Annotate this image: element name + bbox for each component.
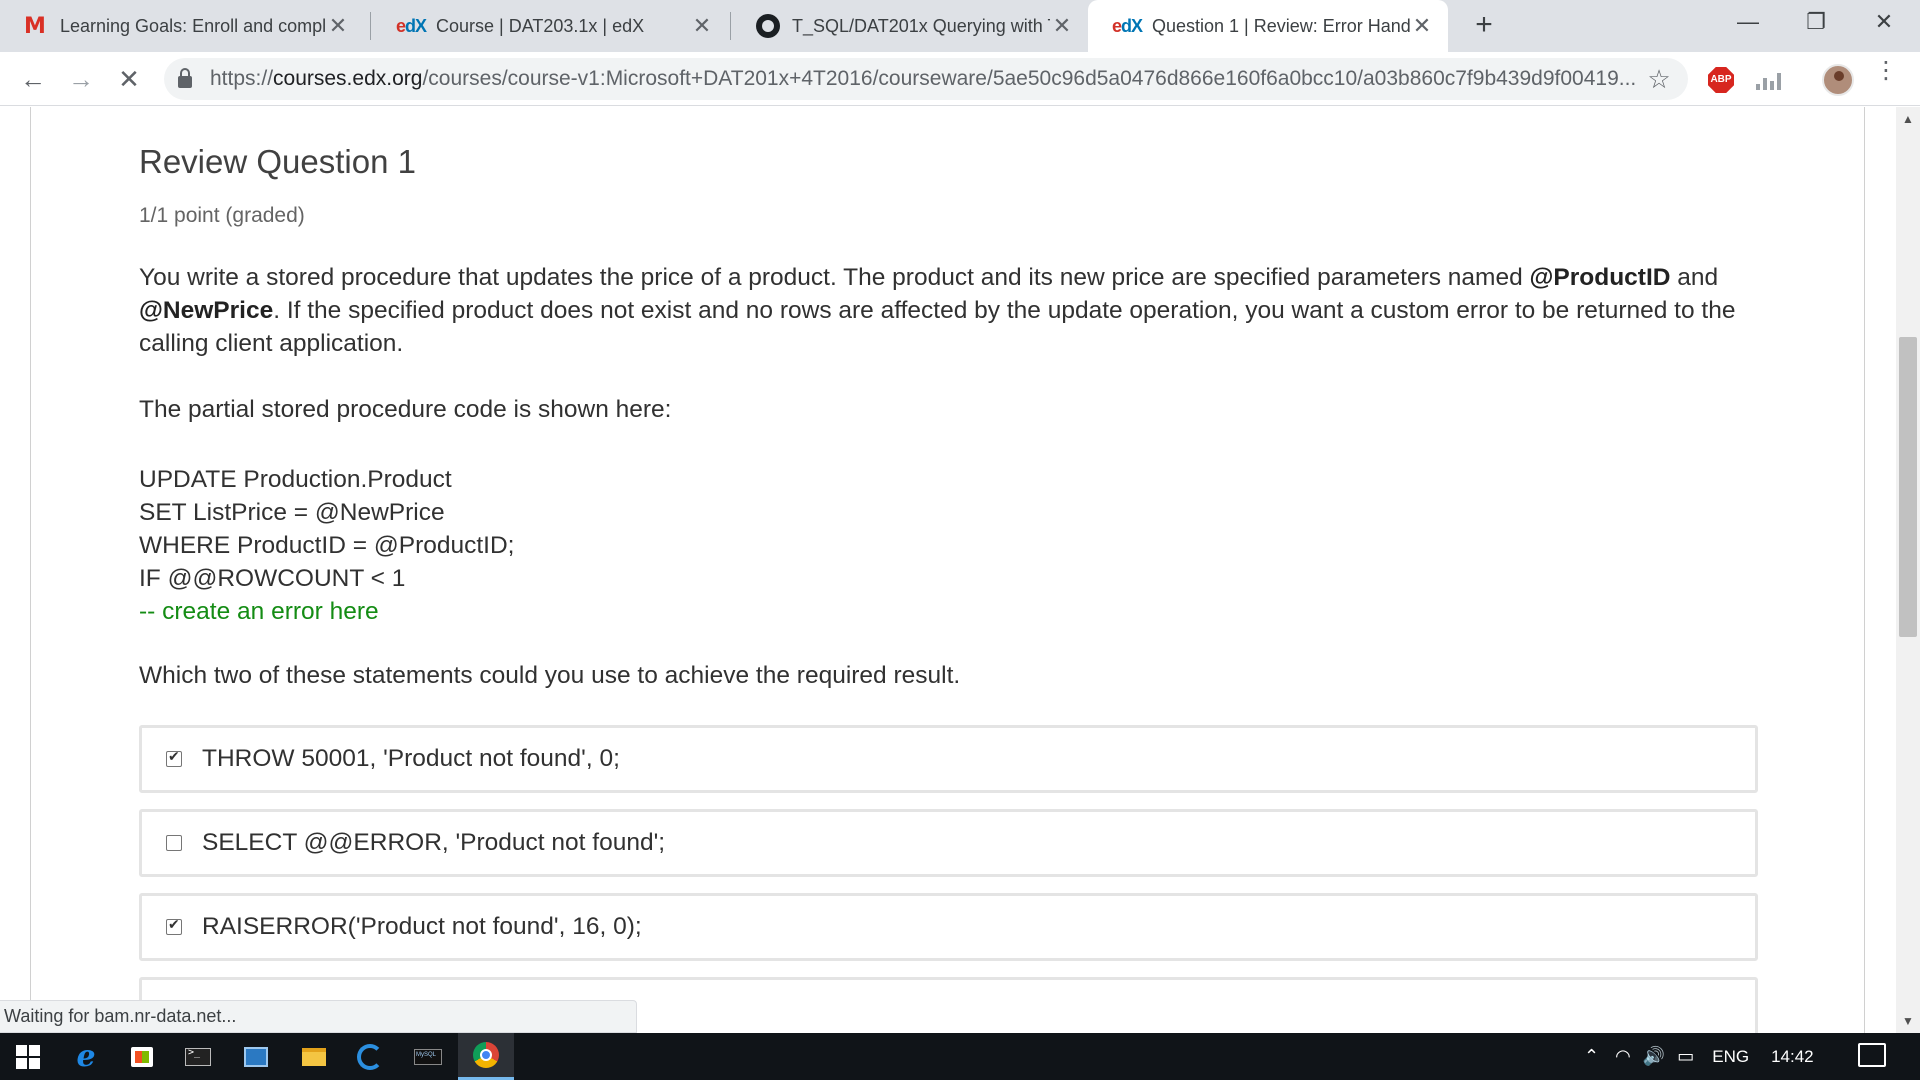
chevron-up-icon[interactable]: ⌃ (1584, 1046, 1599, 1067)
close-icon[interactable]: ✕ (690, 14, 714, 38)
adblock-plus-icon[interactable]: ABP (1708, 67, 1734, 93)
content-divider (1864, 107, 1865, 1033)
tab-title: Course | DAT203.1x | edX (436, 15, 645, 36)
notification-center-icon[interactable] (1858, 1043, 1886, 1067)
tab-question-active[interactable]: edX Question 1 | Review: Error Handli ✕ (1088, 0, 1448, 52)
edge-browser-icon[interactable]: e (58, 1033, 114, 1080)
url-text[interactable]: https://courses.edx.org/courses/course-v… (210, 67, 1644, 91)
tab-edx-course[interactable]: edX Course | DAT203.1x | edX ✕ (372, 0, 728, 52)
command-prompt-icon[interactable] (170, 1033, 226, 1080)
remote-desktop-icon[interactable] (228, 1033, 284, 1080)
code-line: WHERE ProductID = @ProductID; (139, 532, 515, 559)
mysql-shell-icon[interactable] (400, 1033, 456, 1080)
tab-title: Question 1 | Review: Error Handli (1152, 15, 1410, 36)
edx-icon: edX (1112, 15, 1143, 36)
param-new-price: @NewPrice (139, 297, 274, 324)
scroll-up-arrow-icon[interactable]: ▲ (1896, 109, 1920, 129)
minimize-button[interactable]: — (1714, 0, 1782, 44)
chrome-icon[interactable] (458, 1033, 514, 1080)
address-bar[interactable]: https://courses.edx.org/courses/course-v… (164, 58, 1688, 100)
stop-loading-icon[interactable]: ✕ (110, 60, 148, 98)
close-icon[interactable]: ✕ (326, 14, 350, 38)
close-icon[interactable]: ✕ (1410, 14, 1434, 38)
answer-option-throw[interactable]: THROW 50001, 'Product not found', 0; (139, 725, 1758, 793)
question-text: You write a stored procedure that update… (139, 264, 1736, 357)
content-divider (30, 107, 31, 1033)
tab-title: Learning Goals: Enroll and compl (60, 15, 326, 36)
tab-divider (730, 12, 731, 40)
checkbox-checked[interactable] (166, 748, 182, 767)
answer-option-raiserror[interactable]: RAISERROR('Product not found', 16, 0); (139, 893, 1758, 961)
loading-status-bar: Waiting for bam.nr-data.net... (0, 1000, 637, 1033)
extension-stats-icon[interactable] (1756, 70, 1782, 90)
store-icon[interactable] (114, 1033, 170, 1080)
code-comment: -- create an error here (139, 598, 379, 625)
browser-menu-icon[interactable]: ⋮ (1874, 59, 1898, 94)
wifi-icon[interactable]: ◠ (1615, 1046, 1631, 1067)
file-explorer-icon[interactable] (286, 1033, 342, 1080)
code-intro: The partial stored procedure code is sho… (139, 396, 672, 423)
browser-tab-strip: M Learning Goals: Enroll and compl ✕ edX… (0, 0, 1920, 52)
scroll-thumb[interactable] (1899, 337, 1917, 637)
ccleaner-icon[interactable] (342, 1033, 398, 1080)
page-scrollbar[interactable]: ▲ ▼ (1896, 107, 1920, 1033)
language-indicator[interactable]: ENG (1712, 1047, 1749, 1067)
code-line: SET ListPrice = @NewPrice (139, 499, 445, 526)
windows-taskbar: e ⌃ ◠ 🔊 ▭ ENG 14:42 (0, 1033, 1920, 1080)
lock-icon (178, 68, 192, 88)
checkbox-unchecked[interactable] (166, 835, 182, 851)
tab-gmail[interactable]: M Learning Goals: Enroll and compl ✕ (0, 0, 364, 52)
new-tab-button[interactable]: + (1466, 8, 1502, 44)
battery-icon[interactable]: ▭ (1677, 1046, 1694, 1067)
tab-divider (370, 12, 371, 40)
tab-title: T_SQL/DAT201x Querying with Tr (792, 15, 1050, 36)
option-label: THROW 50001, 'Product not found', 0; (202, 745, 620, 772)
question-points: 1/1 point (graded) (139, 204, 305, 227)
param-product-id: @ProductID (1529, 264, 1671, 291)
profile-avatar[interactable] (1822, 64, 1854, 96)
code-line: IF @@ROWCOUNT < 1 (139, 565, 406, 592)
close-icon[interactable]: ✕ (1050, 14, 1074, 38)
page-content: Review Question 1 1/1 point (graded) You… (0, 107, 1920, 1037)
code-line: UPDATE Production.Product (139, 466, 452, 493)
option-label: RAISERROR('Product not found', 16, 0); (202, 913, 642, 940)
gmail-icon: M (24, 13, 46, 39)
back-arrow-icon[interactable]: ← (14, 60, 52, 98)
volume-icon[interactable]: 🔊 (1643, 1046, 1665, 1067)
question-title: Review Question 1 (139, 143, 416, 180)
answer-option-select-error[interactable]: SELECT @@ERROR, 'Product not found'; (139, 809, 1758, 877)
tab-github[interactable]: T_SQL/DAT201x Querying with Tr ✕ (732, 0, 1088, 52)
checkbox-checked[interactable] (166, 916, 182, 935)
windows-start-icon[interactable] (0, 1033, 56, 1080)
code-block: UPDATE Production.Product SET ListPrice … (139, 463, 514, 628)
maximize-button[interactable]: ❐ (1782, 0, 1850, 44)
bookmark-star-icon[interactable]: ☆ (1644, 64, 1674, 95)
option-label: SELECT @@ERROR, 'Product not found'; (202, 829, 666, 856)
clock[interactable]: 14:42 (1771, 1047, 1814, 1067)
edx-icon: edX (396, 15, 427, 36)
scroll-down-arrow-icon[interactable]: ▼ (1896, 1011, 1920, 1031)
question-prompt: Which two of these statements could you … (139, 662, 961, 689)
browser-toolbar: ← → ✕ https://courses.edx.org/courses/co… (0, 52, 1920, 106)
github-icon (756, 14, 780, 38)
forward-arrow-icon[interactable]: → (62, 60, 100, 98)
system-tray: ⌃ ◠ 🔊 ▭ ENG 14:42 (1584, 1033, 1814, 1080)
close-window-button[interactable]: ✕ (1850, 0, 1918, 44)
